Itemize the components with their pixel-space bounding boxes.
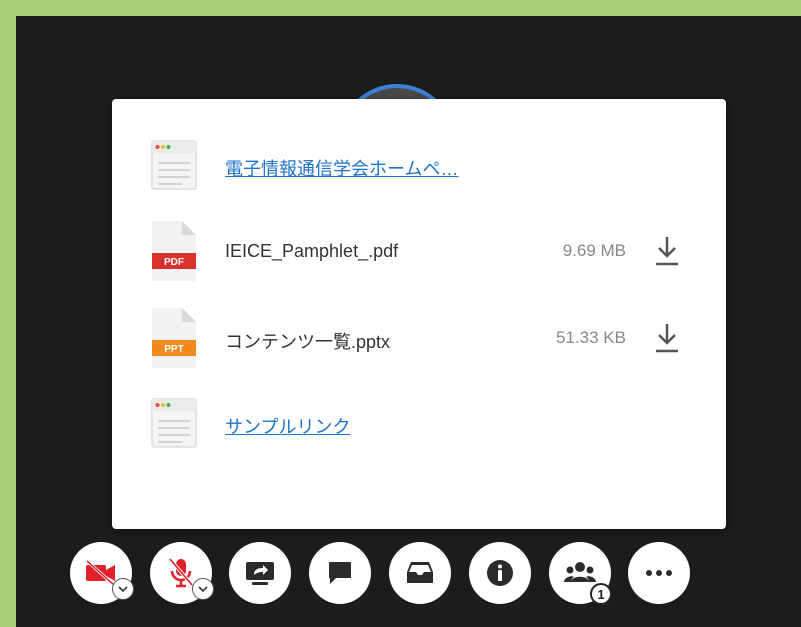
- list-item-file[interactable]: PPT コンテンツ一覧.pptx 51.33 KB: [112, 304, 726, 374]
- download-icon[interactable]: [652, 320, 682, 354]
- chevron-down-icon: [118, 586, 128, 593]
- list-item-link[interactable]: サンプルリンク: [112, 389, 726, 459]
- download-icon[interactable]: [652, 233, 682, 267]
- chat-button[interactable]: [309, 542, 371, 604]
- list-item-link[interactable]: 電子情報通信学会ホームペ…: [112, 131, 726, 201]
- microphone-off-icon: [168, 557, 194, 588]
- ppt-file-icon: PPT: [152, 308, 196, 368]
- share-screen-button[interactable]: [229, 542, 291, 604]
- participants-count-badge: 1: [590, 583, 612, 605]
- chat-icon: [329, 562, 351, 584]
- list-item-file[interactable]: PDF IEICE_Pamphlet_.pdf 9.69 MB: [112, 217, 726, 287]
- chevron-down-icon: [198, 586, 208, 593]
- pdf-badge-label: PDF: [164, 257, 184, 268]
- camera-options-chevron[interactable]: [112, 578, 134, 600]
- ppt-badge-label: PPT: [164, 344, 183, 355]
- file-size: 9.69 MB: [562, 241, 626, 260]
- inbox-tray-icon: [407, 562, 433, 583]
- files-panel: 電子情報通信学会ホームペ… PDF IEICE_Pamphlet_.pdf 9.…: [112, 99, 726, 529]
- file-size: 51.33 KB: [556, 328, 626, 347]
- pdf-file-icon: PDF: [152, 221, 196, 281]
- web-page-icon: [151, 398, 197, 448]
- microphone-options-chevron[interactable]: [192, 578, 214, 600]
- share-screen-icon: [246, 562, 274, 585]
- files-button[interactable]: [389, 542, 451, 604]
- file-name: IEICE_Pamphlet_.pdf: [225, 241, 399, 261]
- more-options-button[interactable]: [628, 542, 690, 604]
- people-icon: [564, 562, 596, 582]
- link-name[interactable]: 電子情報通信学会ホームペ…: [225, 155, 458, 181]
- more-dots-icon: [646, 570, 672, 576]
- info-button[interactable]: [469, 542, 531, 604]
- info-icon: [487, 560, 513, 586]
- link-name[interactable]: サンプルリンク: [225, 413, 350, 439]
- web-page-icon: [151, 140, 197, 190]
- file-name: コンテンツ一覧.pptx: [225, 332, 391, 352]
